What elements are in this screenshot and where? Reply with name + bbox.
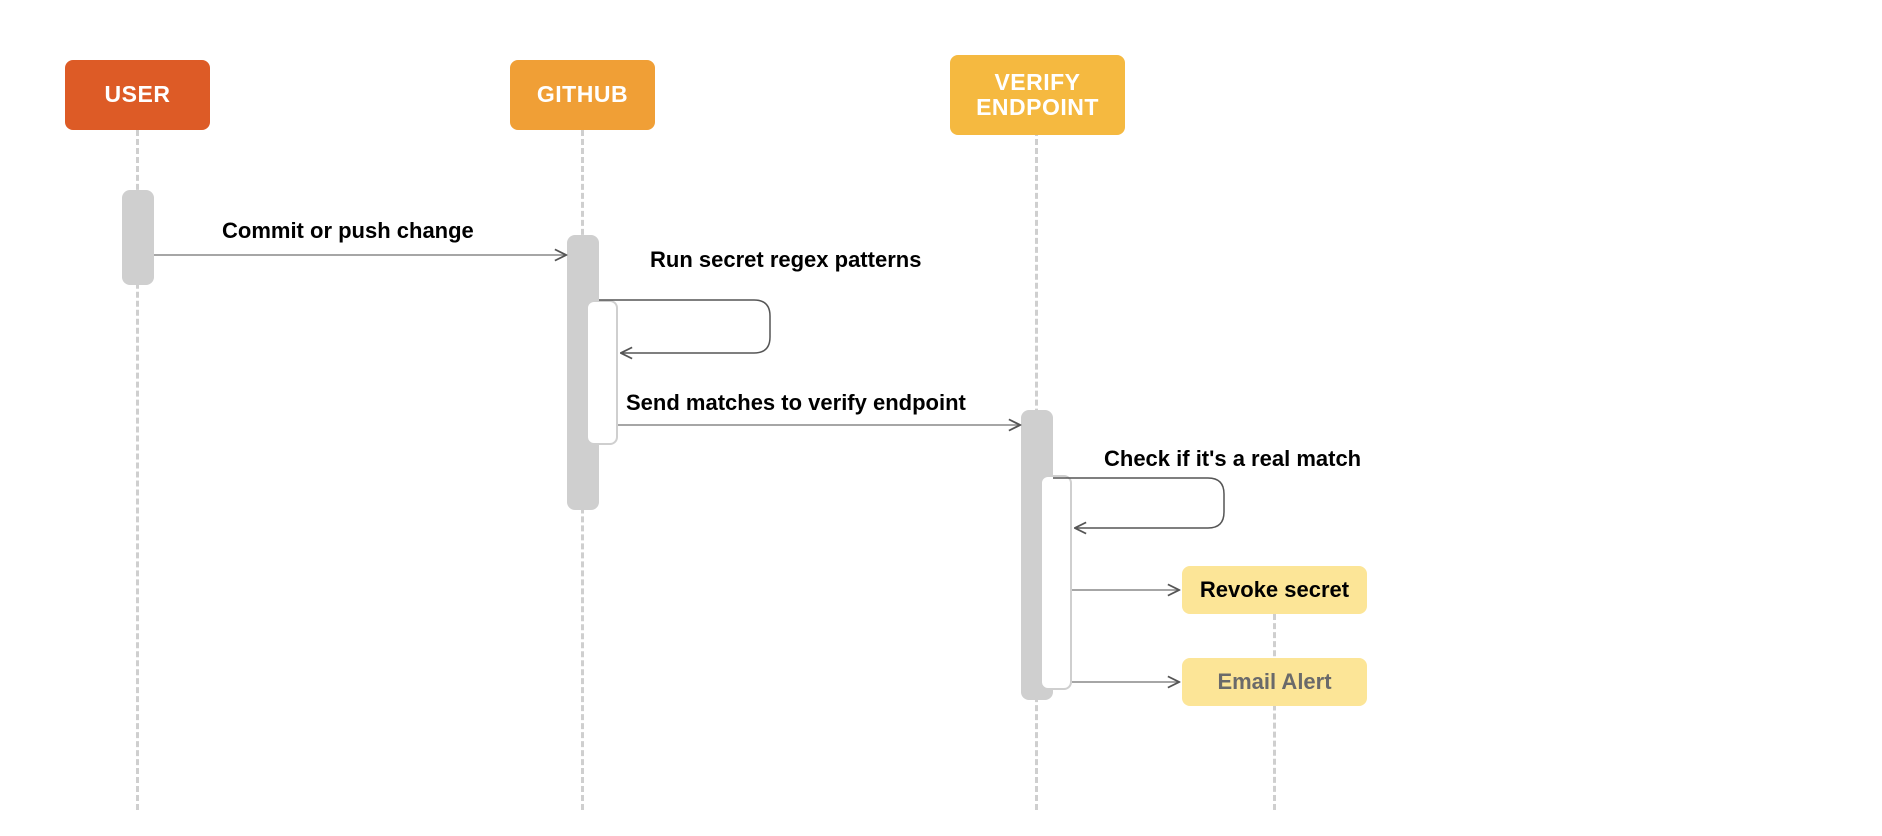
activation-verify-inner: [1040, 475, 1072, 690]
action-email: Email Alert: [1182, 658, 1367, 706]
msg-send-matches: Send matches to verify endpoint: [626, 390, 966, 416]
action-revoke-label: Revoke secret: [1200, 577, 1349, 603]
arrow-check-real: [1053, 478, 1224, 528]
arrows-layer: [0, 0, 1882, 836]
arrow-run-regex: [599, 300, 770, 353]
action-revoke: Revoke secret: [1182, 566, 1367, 614]
action-email-label: Email Alert: [1217, 669, 1331, 695]
msg-commit-push: Commit or push change: [222, 218, 474, 244]
participant-verify-label: VERIFY ENDPOINT: [960, 70, 1115, 121]
msg-run-regex: Run secret regex patterns: [650, 247, 921, 273]
sequence-diagram: USER GITHUB VERIFY ENDPOINT Commit or pu…: [0, 0, 1882, 836]
msg-check-real: Check if it's a real match: [1104, 446, 1361, 472]
participant-github: GITHUB: [510, 60, 655, 130]
activation-user: [122, 190, 154, 285]
participant-verify: VERIFY ENDPOINT: [950, 55, 1125, 135]
participant-user-label: USER: [105, 82, 171, 107]
lifeline-aux: [1273, 605, 1276, 810]
participant-user: USER: [65, 60, 210, 130]
activation-github-inner: [586, 300, 618, 445]
participant-github-label: GITHUB: [537, 82, 628, 107]
